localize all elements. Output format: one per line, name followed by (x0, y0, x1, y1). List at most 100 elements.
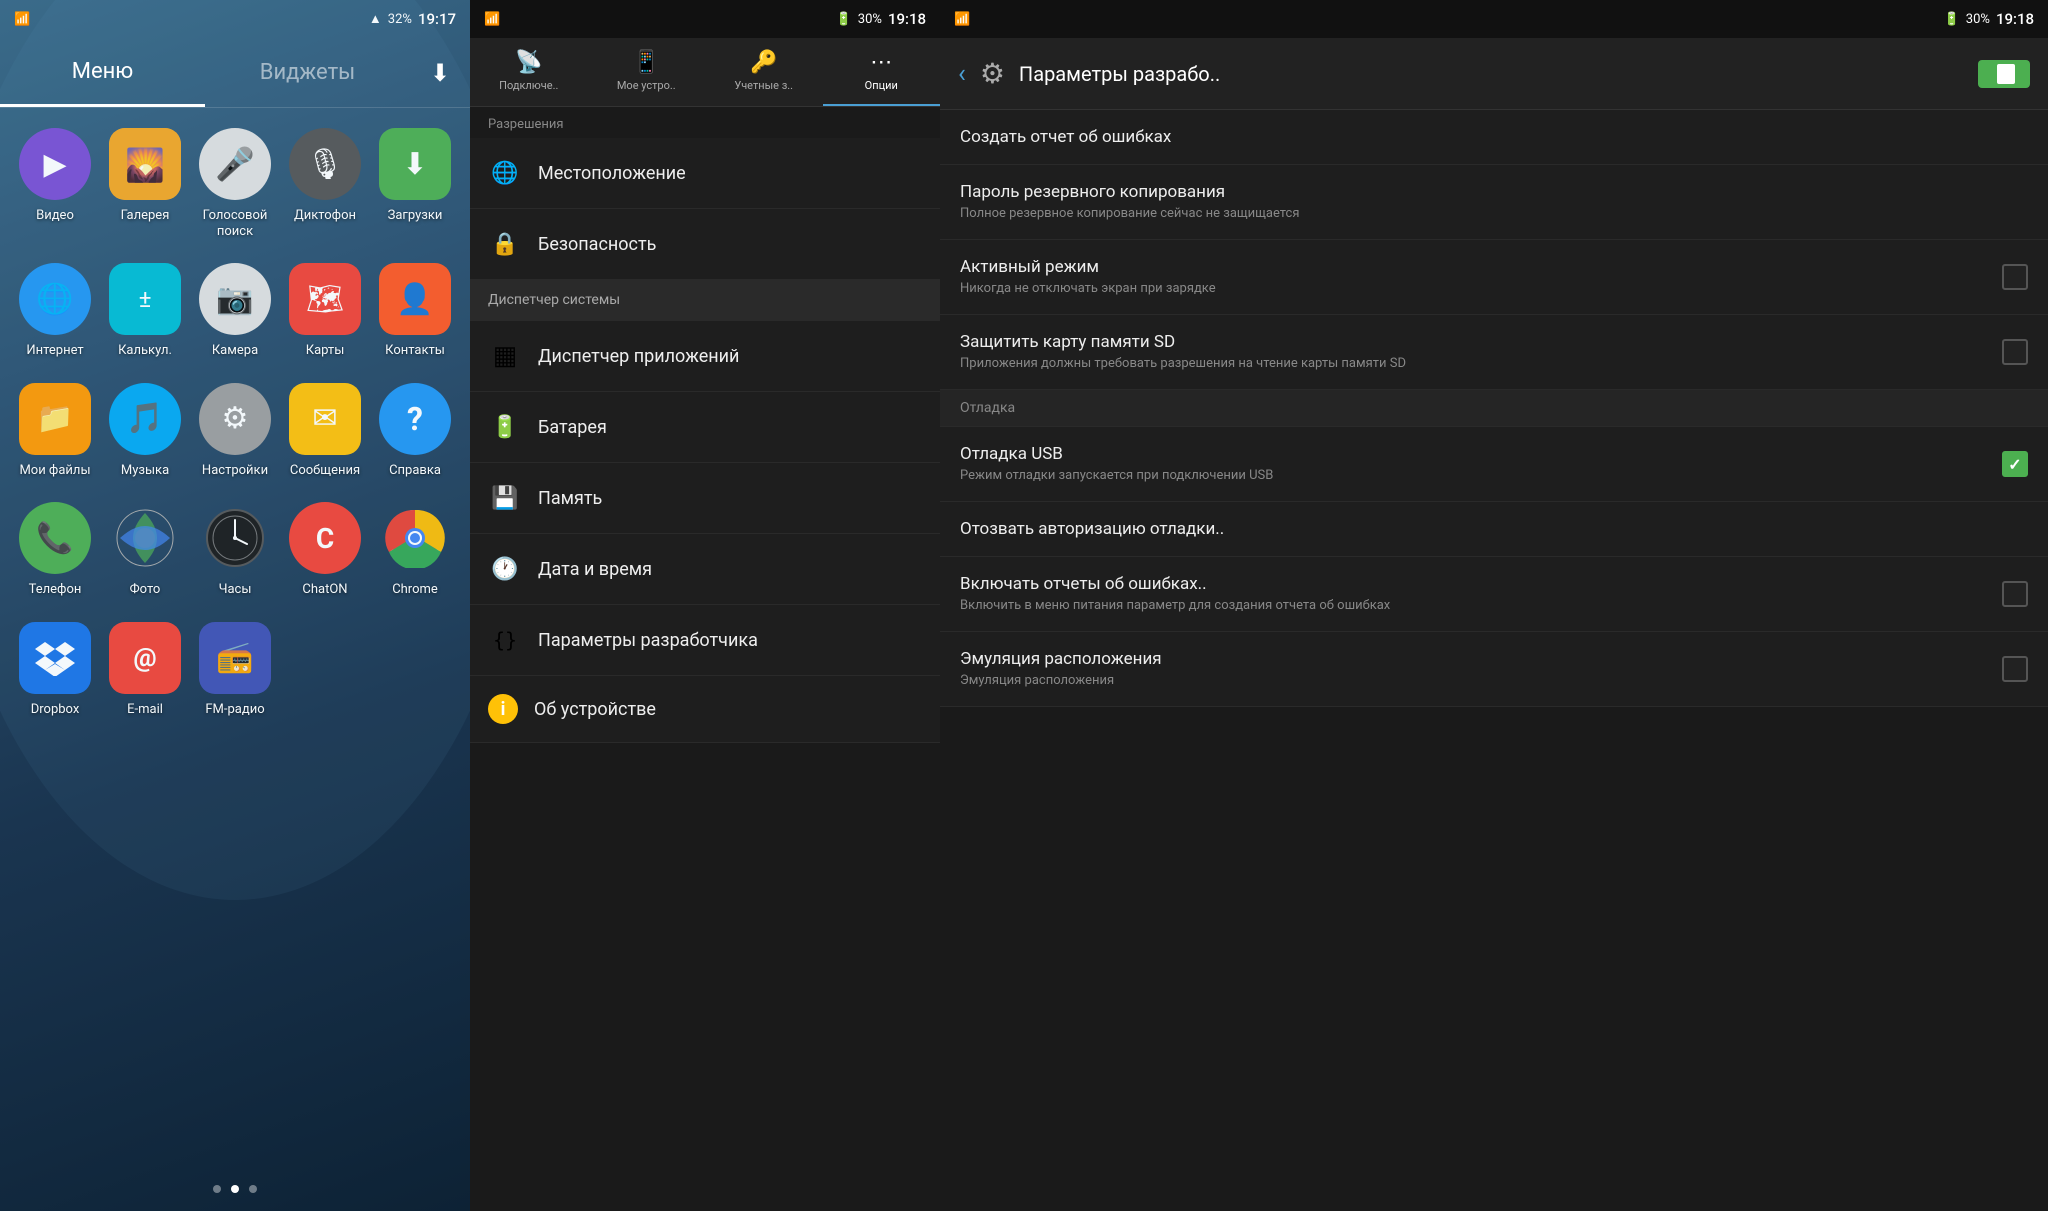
settings-item-developer[interactable]: {} Параметры разработчика (470, 605, 940, 676)
app-music[interactable]: 🎵 Музыка (100, 383, 190, 479)
active-mode-checkbox[interactable] (2002, 264, 2028, 290)
bug-reports-menu-subtitle: Включить в меню питания параметр для соз… (960, 598, 1990, 615)
app-dropbox-label: Dropbox (31, 702, 80, 718)
active-mode-title: Активный режим (960, 256, 1990, 278)
app-video[interactable]: ▶ Видео (10, 128, 100, 239)
app-camera[interactable]: 📷 Камера (190, 263, 280, 359)
emulate-location-text: Эмуляция расположения Эмуляция расположе… (960, 648, 1990, 690)
settings-panel: 📶 🔋 30% 19:18 📡 Подключе.. 📱 Мое устро..… (470, 0, 940, 1211)
debug-section-label: Отладка (960, 400, 1015, 416)
app-phone-label: Телефон (29, 582, 82, 598)
app-chaton-label: ChatON (302, 582, 347, 598)
dev-battery: 30% (1966, 12, 1990, 27)
appmanager-label: Диспетчер приложений (538, 346, 739, 367)
settings-tabs: 📡 Подключе.. 📱 Мое устро.. 🔑 Учетные з..… (470, 38, 940, 107)
tab-options[interactable]: ⋯ Опции (823, 38, 941, 106)
dev-item-backup-password[interactable]: Пароль резервного копирования Полное рез… (940, 165, 2048, 240)
settings-item-location[interactable]: 🌐 Местоположение (470, 138, 940, 209)
app-radio-label: FM-радио (205, 702, 264, 718)
tab-connections-label: Подключе.. (499, 79, 558, 92)
settings-item-about[interactable]: i Об устройстве (470, 676, 940, 743)
app-dictaphone[interactable]: 🎙 Диктофон (280, 128, 370, 239)
developer-list: Создать отчет об ошибках Пароль резервно… (940, 110, 2048, 1211)
settings-battery-icon: 🔋 (836, 12, 852, 27)
settings-time: 19:18 (888, 10, 926, 28)
app-music-label: Музыка (121, 463, 169, 479)
app-myfiles[interactable]: 📁 Мои файлы (10, 383, 100, 479)
app-chaton[interactable]: C ChatON (280, 502, 370, 598)
app-messages[interactable]: ✉ Сообщения (280, 383, 370, 479)
app-dropbox-icon (19, 622, 91, 694)
dev-item-active-mode[interactable]: Активный режим Никогда не отключать экра… (940, 240, 2048, 315)
system-manager-label: Диспетчер системы (488, 292, 620, 308)
mydevice-icon: 📱 (633, 50, 660, 75)
settings-item-battery[interactable]: 🔋 Батарея (470, 392, 940, 463)
app-internet[interactable]: 🌐 Интернет (10, 263, 100, 359)
backup-password-title: Пароль резервного копирования (960, 181, 2028, 203)
usb-debug-subtitle: Режим отладки запускается при подключени… (960, 468, 1990, 485)
tab-accounts[interactable]: 🔑 Учетные з.. (705, 38, 823, 106)
download-icon: ⬇ (430, 59, 450, 87)
app-phone[interactable]: 📞 Телефон (10, 502, 100, 598)
dev-status-left: 📶 (954, 12, 970, 27)
tab-mydevice[interactable]: 📱 Мое устро.. (588, 38, 706, 106)
app-clock-icon (199, 502, 271, 574)
datetime-label: Дата и время (538, 559, 652, 580)
dev-section-debug: Отладка (940, 390, 2048, 427)
dev-item-protect-sd[interactable]: Защитить карту памяти SD Приложения долж… (940, 315, 2048, 390)
app-downloads-icon: ⬇ (379, 128, 451, 200)
active-mode-text: Активный режим Никогда не отключать экра… (960, 256, 1990, 298)
tab-connections[interactable]: 📡 Подключе.. (470, 38, 588, 106)
bug-report-text: Создать отчет об ошибках (960, 126, 2028, 148)
settings-item-security[interactable]: 🔒 Безопасность (470, 209, 940, 280)
dev-item-emulate-location[interactable]: Эмуляция расположения Эмуляция расположе… (940, 632, 2048, 707)
app-maps-label: Карты (306, 343, 345, 359)
protect-sd-checkbox[interactable] (2002, 339, 2028, 365)
developer-toggle[interactable] (1978, 60, 2030, 88)
app-contacts[interactable]: 👤 Контакты (370, 263, 460, 359)
emulate-location-title: Эмуляция расположения (960, 648, 1990, 670)
dev-item-usb-debug[interactable]: Отладка USB Режим отладки запускается пр… (940, 427, 2048, 502)
dot-3 (249, 1185, 257, 1193)
app-help[interactable]: ? Справка (370, 383, 460, 479)
app-email[interactable]: @ E-mail (100, 622, 190, 718)
app-video-label: Видео (36, 208, 74, 224)
bug-reports-menu-title: Включать отчеты об ошибках.. (960, 573, 1990, 595)
home-status-bar: 📶 ▲ 32% 19:17 (0, 0, 470, 38)
app-dictaphone-icon: 🎙 (289, 128, 361, 200)
tab-accounts-label: Учетные з.. (734, 79, 793, 92)
app-downloads[interactable]: ⬇ Загрузки (370, 128, 460, 239)
download-button[interactable]: ⬇ (410, 38, 470, 107)
tab-menu[interactable]: Меню (0, 38, 205, 107)
app-calc[interactable]: ± Калькул. (100, 263, 190, 359)
app-help-icon: ? (379, 383, 451, 455)
settings-wifi-icon: 📶 (484, 12, 500, 27)
dev-item-revoke-auth[interactable]: Отозвать авторизацию отладки.. (940, 502, 2048, 557)
bug-reports-menu-checkbox[interactable] (2002, 581, 2028, 607)
bug-report-title: Создать отчет об ошибках (960, 126, 2028, 148)
app-dropbox[interactable]: Dropbox (10, 622, 100, 718)
app-email-label: E-mail (127, 702, 163, 718)
app-settings[interactable]: ⚙ Настройки (190, 383, 280, 479)
app-radio[interactable]: 📻 FM-радио (190, 622, 280, 718)
app-gallery[interactable]: 🌄 Галерея (100, 128, 190, 239)
dev-item-bug-reports-menu[interactable]: Включать отчеты об ошибках.. Включить в … (940, 557, 2048, 632)
app-voice[interactable]: 🎤 Голосовой поиск (190, 128, 280, 239)
app-clock[interactable]: Часы (190, 502, 280, 598)
memory-icon: 💾 (488, 481, 522, 515)
usb-debug-checkbox[interactable] (2002, 451, 2028, 477)
app-chrome[interactable]: Chrome (370, 502, 460, 598)
app-music-icon: 🎵 (109, 383, 181, 455)
app-gallery-icon: 🌄 (109, 128, 181, 200)
back-button[interactable]: ‹ (958, 59, 966, 89)
settings-item-memory[interactable]: 💾 Память (470, 463, 940, 534)
revoke-auth-title: Отозвать авторизацию отладки.. (960, 518, 2028, 540)
tab-widgets[interactable]: Виджеты (205, 38, 410, 107)
app-photos[interactable]: Фото (100, 502, 190, 598)
dev-item-bug-report[interactable]: Создать отчет об ошибках (940, 110, 2048, 165)
settings-item-datetime[interactable]: 🕐 Дата и время (470, 534, 940, 605)
app-grid: ▶ Видео 🌄 Галерея 🎤 Голосовой поиск 🎙 Ди… (0, 108, 470, 738)
app-maps[interactable]: 🗺 Карты (280, 263, 370, 359)
settings-item-appmanager[interactable]: ▦ Диспетчер приложений (470, 321, 940, 392)
emulate-location-checkbox[interactable] (2002, 656, 2028, 682)
